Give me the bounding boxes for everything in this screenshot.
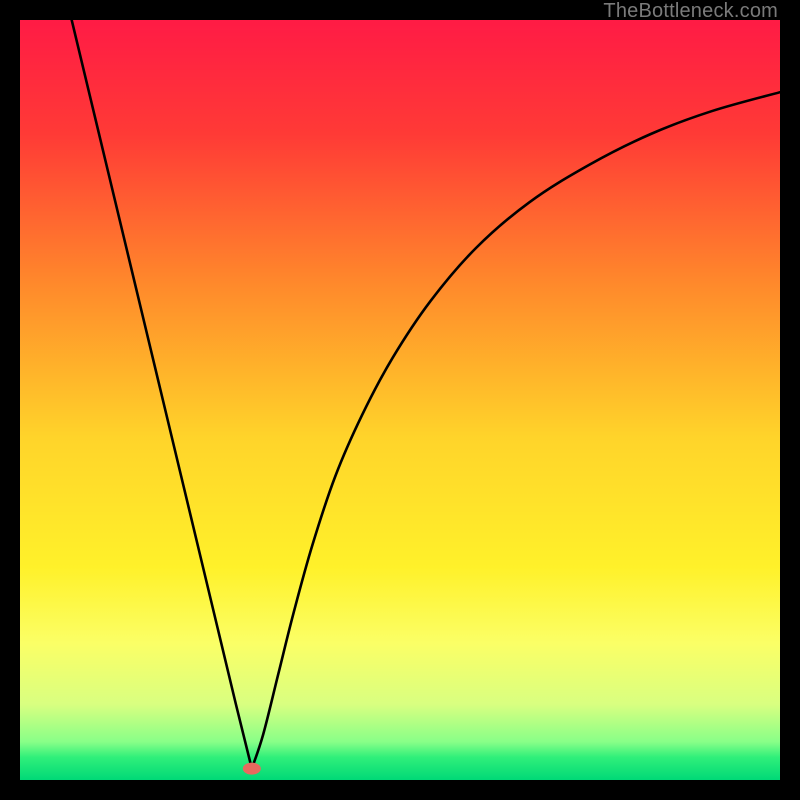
dip-marker bbox=[243, 763, 261, 775]
bottleneck-chart bbox=[20, 20, 780, 780]
watermark-label: TheBottleneck.com bbox=[603, 0, 778, 23]
gradient-background bbox=[20, 20, 780, 780]
chart-frame bbox=[20, 20, 780, 780]
